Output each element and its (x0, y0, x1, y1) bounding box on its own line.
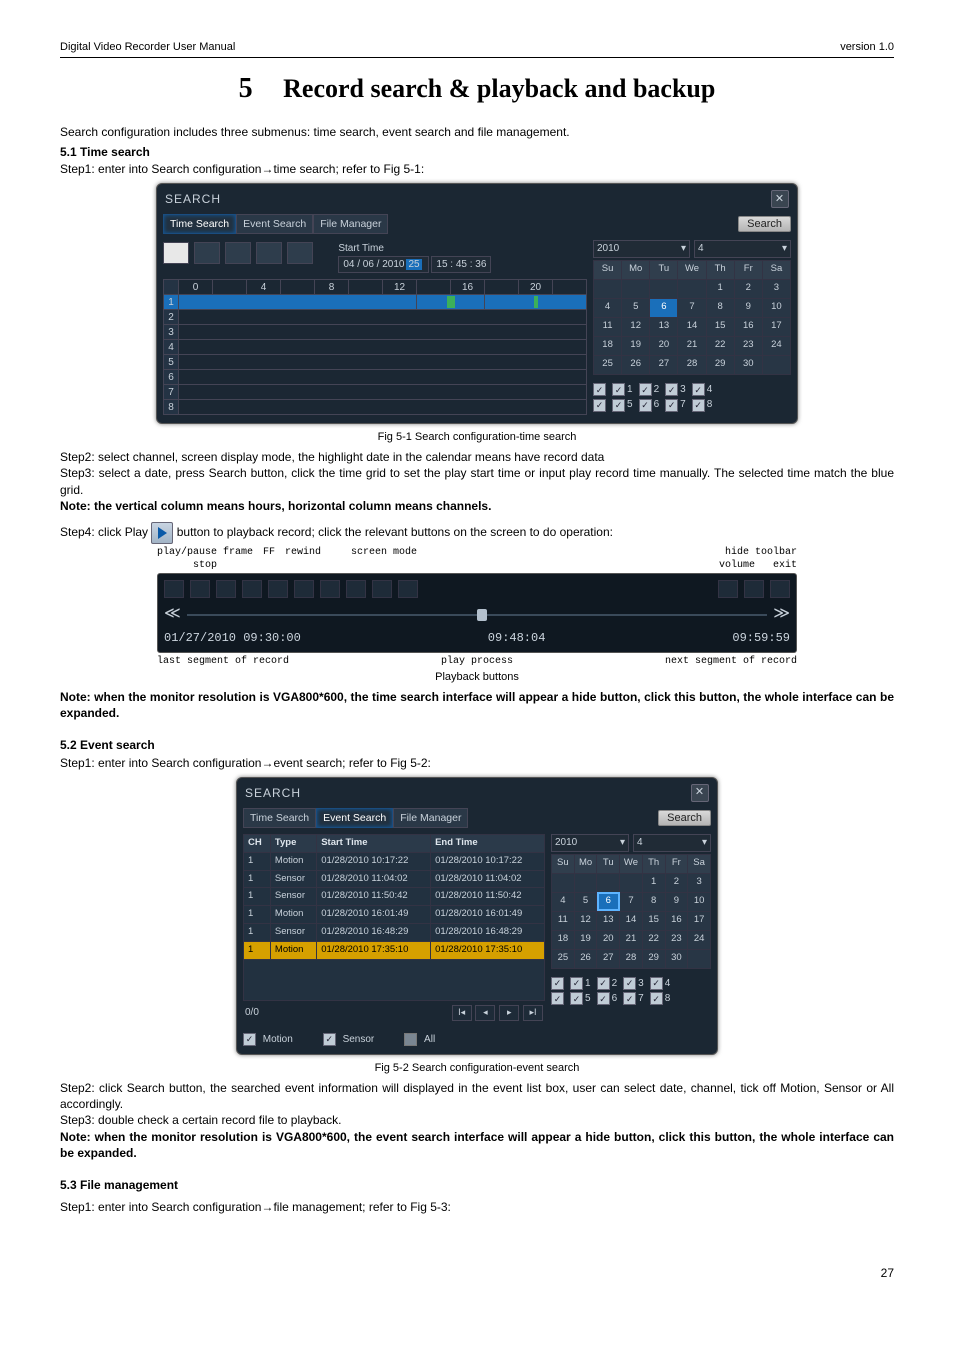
pb-time-right: 09:59:59 (732, 630, 790, 646)
note-after-pb: Note: when the monitor resolution is VGA… (60, 689, 894, 721)
pb-below-left: last segment of record (157, 655, 289, 669)
event-search-dialog: SEARCH ✕ Time Search Event Search File M… (236, 777, 718, 1055)
filter-sensor[interactable]: ✓ Sensor (323, 1033, 374, 1047)
playback-toolbar-figure: play/pause frame stop FF rewind screen m… (157, 546, 797, 668)
exit-icon[interactable] (770, 580, 790, 598)
month-select[interactable]: 4▾ (694, 240, 791, 258)
dialog2-title: SEARCH (245, 785, 301, 801)
close-icon[interactable]: ✕ (771, 190, 789, 208)
tab2-event-search[interactable]: Event Search (316, 808, 393, 828)
stop-icon[interactable] (190, 580, 210, 598)
rewind-icon[interactable] (268, 580, 288, 598)
table-row: 1Sensor01/28/2010 16:48:2901/28/2010 16:… (244, 924, 545, 942)
search2-button[interactable]: Search (658, 810, 711, 826)
last-page-icon[interactable]: ▸I (523, 1005, 543, 1021)
calendar2[interactable]: SuMoTuWeThFrSa 123 45678910 111213141516… (551, 854, 711, 969)
table-row: 1Sensor01/28/2010 11:04:0201/28/2010 11:… (244, 870, 545, 888)
hide-icon[interactable] (744, 580, 764, 598)
pause-icon[interactable] (164, 580, 184, 598)
step1-5-3: Step1: enter into Search configuration→f… (60, 1199, 894, 1215)
tab2-file-manager[interactable]: File Manager (393, 808, 468, 828)
mode-4-icon[interactable] (320, 580, 340, 598)
page-number: 27 (60, 1265, 894, 1281)
tab-time-search[interactable]: Time Search (163, 214, 236, 234)
section-5-1-head: 5.1 Time search (60, 144, 894, 160)
check-all-1-icon[interactable]: ✓ (593, 383, 606, 396)
note-5-2: Note: when the monitor resolution is VGA… (60, 1129, 894, 1161)
chapter-title: 5 Record search & playback and backup (60, 70, 894, 108)
start-time-input[interactable]: 15 : 45 : 36 (431, 256, 491, 274)
start-date-input[interactable]: 04 / 06 / 201025 (338, 256, 428, 274)
step4-text-a: Step4: click Play (60, 525, 151, 539)
note-5-1: Note: the vertical column means hours, h… (60, 498, 894, 514)
mode-8-icon[interactable] (372, 580, 392, 598)
step2-5-1: Step2: select channel, screen display mo… (60, 449, 894, 465)
tab-file-manager[interactable]: File Manager (313, 214, 388, 234)
page-header: Digital Video Recorder User Manual versi… (60, 40, 894, 58)
header-left: Digital Video Recorder User Manual (60, 40, 235, 55)
search-button[interactable]: Search (738, 216, 791, 232)
pb-below-right: next segment of record (665, 655, 797, 669)
play-icon[interactable] (287, 242, 313, 264)
chapter-number: 5 (239, 73, 253, 104)
fig-5-1-caption: Fig 5-1 Search configuration-time search (60, 430, 894, 445)
check-all-2-icon[interactable]: ✓ (593, 399, 606, 412)
table-row-selected: 1Motion01/28/2010 17:35:1001/28/2010 17:… (244, 941, 545, 959)
step1-5-1: Step1: enter into Search configuration→t… (60, 161, 894, 177)
next-page-icon[interactable]: ▸ (499, 1005, 519, 1021)
time-search-dialog: SEARCH ✕ Time Search Event Search File M… (156, 183, 798, 424)
mode-9-icon[interactable] (398, 580, 418, 598)
step3-5-1: Step3: select a date, press Search butto… (60, 465, 894, 497)
pb-time-left: 01/27/2010 09:30:00 (164, 630, 301, 646)
screen-mode-4-icon[interactable] (194, 242, 220, 264)
calendar[interactable]: SuMoTuWeThFrSa 123 45678910 111213141516… (593, 260, 791, 375)
prev-segment-icon[interactable]: ≪ (164, 604, 181, 626)
fig-5-2-caption: Fig 5-2 Search configuration-event searc… (60, 1061, 894, 1076)
ff-icon[interactable] (242, 580, 262, 598)
close2-icon[interactable]: ✕ (691, 784, 709, 802)
step4-text-b: button to playback record; click the rel… (177, 525, 613, 539)
year2-select[interactable]: 2010▾ (551, 834, 629, 852)
header-right: version 1.0 (840, 40, 894, 55)
event-table[interactable]: CHTypeStart TimeEnd Time 1Motion01/28/20… (243, 834, 545, 1001)
step1-5-2: Step1: enter into Search configuration→e… (60, 755, 894, 771)
section-5-2-head: 5.2 Event search (60, 737, 894, 753)
pb-below-mid: play process (441, 655, 513, 669)
frame-icon[interactable] (216, 580, 236, 598)
filter-all[interactable]: All (404, 1033, 435, 1047)
table-row: 1Motion01/28/2010 10:17:2201/28/2010 10:… (244, 852, 545, 870)
step2-5-2: Step2: click Search button, the searched… (60, 1080, 894, 1112)
step4-row: Step4: click Play button to playback rec… (60, 522, 894, 544)
pb-time-mid: 09:48:04 (488, 630, 546, 646)
volume-icon[interactable] (718, 580, 738, 598)
play-button-icon (151, 522, 173, 544)
mode-1-icon[interactable] (294, 580, 314, 598)
mode-6-icon[interactable] (346, 580, 366, 598)
playback-caption: Playback buttons (60, 670, 894, 685)
table-row: 1Motion01/28/2010 16:01:4901/28/2010 16:… (244, 906, 545, 924)
tab2-time-search[interactable]: Time Search (243, 808, 316, 828)
next-segment-icon[interactable]: ≫ (773, 604, 790, 626)
first-page-icon[interactable]: I◂ (452, 1005, 472, 1021)
intro-text: Search configuration includes three subm… (60, 124, 894, 140)
prev-page-icon[interactable]: ◂ (475, 1005, 495, 1021)
pager-text: 0/0 (245, 1006, 259, 1020)
start-time-label: Start Time (338, 243, 384, 254)
tab-event-search[interactable]: Event Search (236, 214, 313, 234)
screen-mode-8-icon[interactable] (256, 242, 282, 264)
progress-track[interactable] (187, 614, 768, 616)
month2-select[interactable]: 4▾ (633, 834, 711, 852)
screen-mode-1-icon[interactable] (163, 242, 189, 264)
chapter-text: Record search & playback and backup (283, 74, 715, 103)
filter-motion[interactable]: ✓ Motion (243, 1033, 293, 1047)
timeline-grid[interactable]: 0 4 8 12 16 20 1 2 3 4 5 6 7 8 (163, 279, 587, 415)
year-select[interactable]: 2010▾ (593, 240, 690, 258)
table-row: 1Sensor01/28/2010 11:50:4201/28/2010 11:… (244, 888, 545, 906)
screen-mode-6-icon[interactable] (225, 242, 251, 264)
step3-5-2: Step3: double check a certain record fil… (60, 1112, 894, 1128)
dialog-title: SEARCH (165, 191, 221, 207)
section-5-3-head: 5.3 File management (60, 1177, 894, 1193)
